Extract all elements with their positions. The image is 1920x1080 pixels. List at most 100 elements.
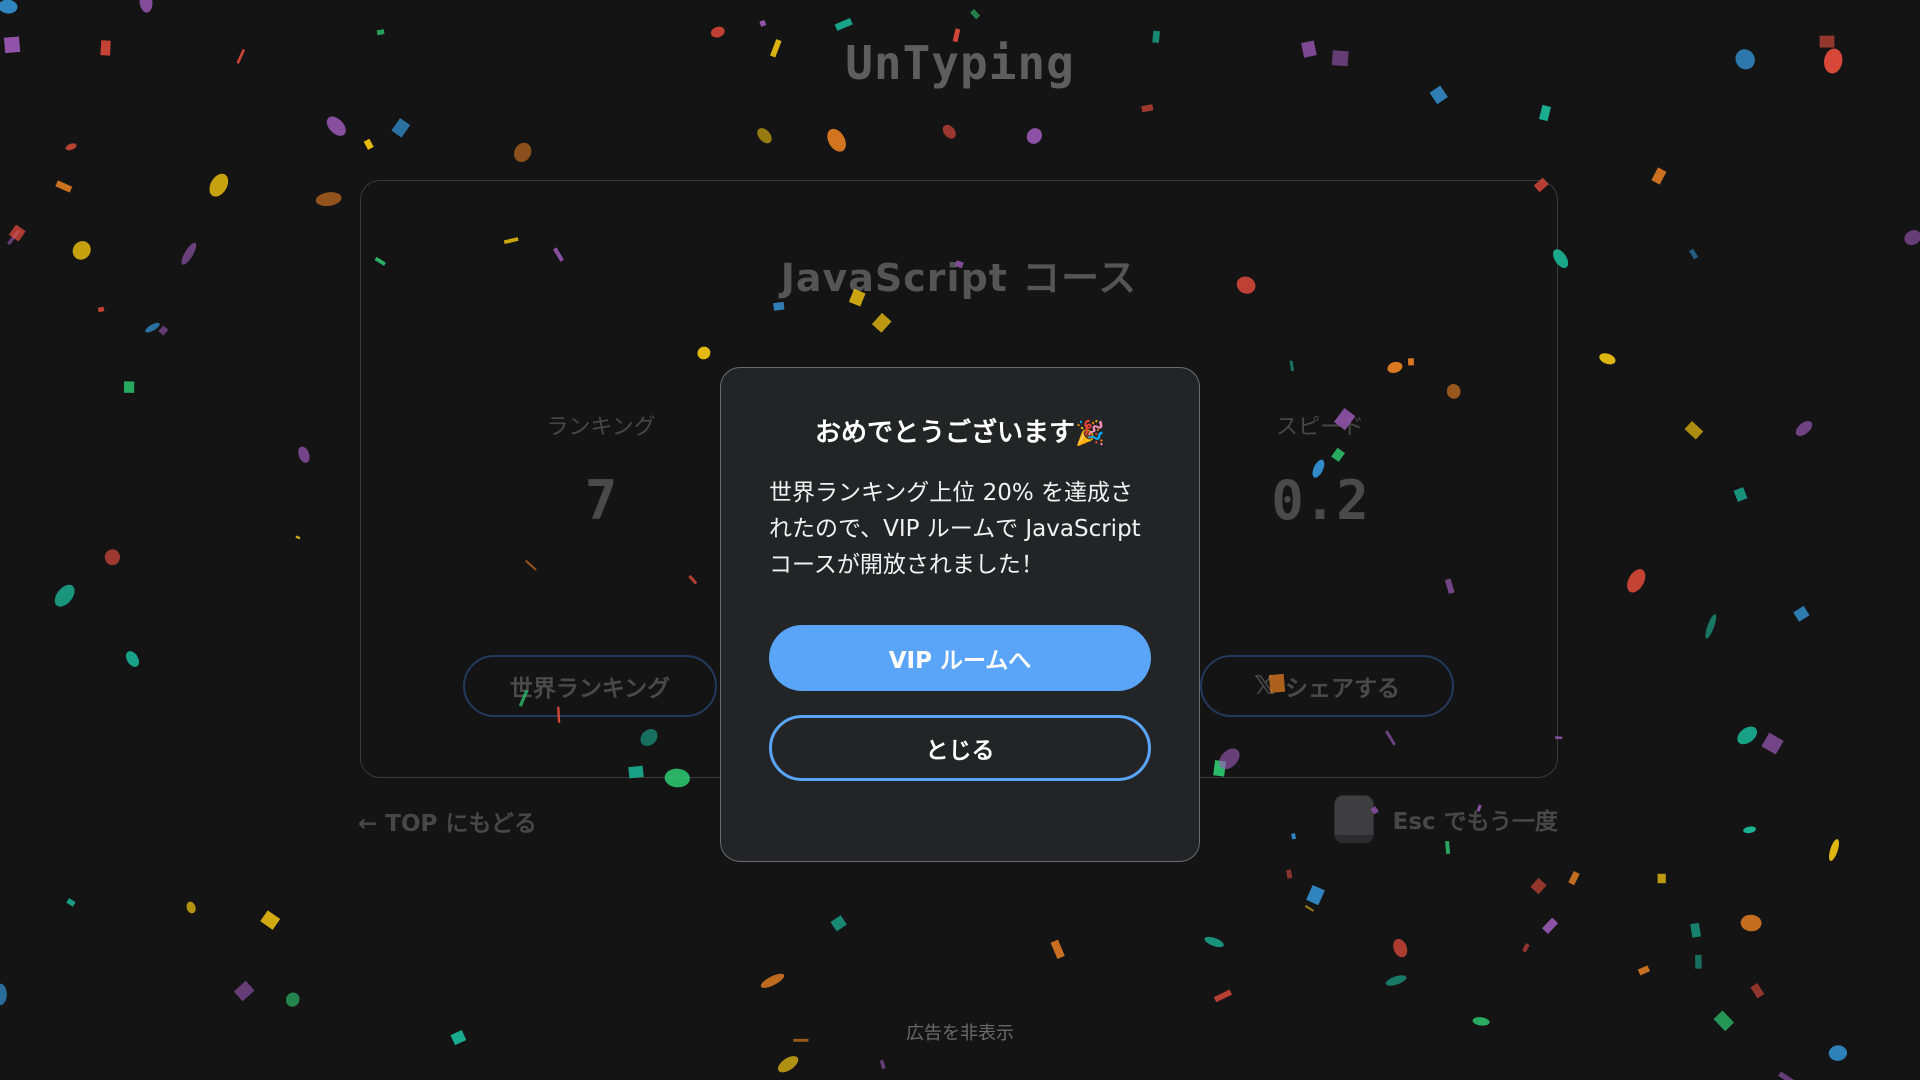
confetti-piece (1393, 938, 1408, 958)
confetti-piece (285, 992, 300, 1007)
confetti-piece (1522, 943, 1530, 953)
confetti-piece (1904, 230, 1920, 246)
confetti-piece (186, 901, 196, 914)
confetti-piece (1568, 870, 1580, 886)
confetti-piece (1778, 1071, 1795, 1080)
world-ranking-button[interactable]: 世界ランキング (463, 655, 717, 717)
confetti-piece (1213, 989, 1232, 1003)
confetti-piece (55, 180, 73, 193)
retry-hint[interactable]: Esc でもう一度 (1334, 796, 1558, 842)
confetti-piece (158, 325, 169, 336)
confetti-piece (970, 9, 981, 20)
confetti-piece (830, 915, 847, 932)
vip-room-button-label: VIP ルームへ (888, 648, 1032, 674)
back-to-top-link[interactable]: ← TOP にもどる (358, 804, 537, 838)
modal-title: おめでとうございます🎉 (769, 412, 1151, 449)
confetti-piece (759, 19, 767, 27)
confetti-piece (209, 173, 229, 197)
confetti-piece (326, 116, 346, 136)
modal-message: 世界ランキング上位 20% を達成されたので、VIP ルームで JavaScri… (769, 480, 1141, 578)
keyboard-key-icon (1334, 796, 1373, 842)
confetti-piece (1530, 877, 1547, 895)
x-logo-icon: 𝕏 (1254, 671, 1275, 701)
close-button[interactable]: とじる (769, 715, 1151, 781)
confetti-piece (1538, 104, 1552, 122)
party-popper-icon: 🎉 (1075, 419, 1105, 447)
confetti-piece (1651, 167, 1667, 185)
confetti-piece (181, 242, 197, 265)
confetti-piece (72, 241, 91, 260)
confetti-piece (879, 1059, 886, 1070)
confetti-piece (1705, 614, 1717, 639)
confetti-piece (1657, 873, 1666, 884)
confetti-piece (65, 143, 77, 151)
confetti-piece (1026, 128, 1043, 144)
confetti-piece (1141, 104, 1154, 113)
confetti-piece (260, 910, 281, 930)
confetti-piece (777, 1056, 799, 1073)
retry-text: Esc でもう一度 (1392, 809, 1558, 835)
confetti-piece (1795, 420, 1813, 437)
vip-room-button[interactable]: VIP ルームへ (769, 625, 1151, 691)
ranking-value: 7 (584, 469, 618, 532)
congrats-modal: おめでとうございます🎉 世界ランキング上位 20% を達成されたので、VIP ル… (720, 367, 1200, 862)
confetti-piece (1695, 954, 1702, 969)
course-title: JavaScript コース (780, 256, 1138, 300)
confetti-piece (145, 322, 160, 333)
close-button-label: とじる (925, 738, 995, 764)
confetti-piece (376, 29, 385, 36)
confetti-piece (1750, 982, 1765, 999)
confetti-piece (315, 192, 342, 207)
confetti-piece (757, 128, 772, 144)
confetti-piece (514, 142, 532, 163)
confetti-piece (0, 983, 7, 1006)
confetti-piece (1829, 839, 1839, 861)
confetti-piece (1627, 569, 1646, 593)
confetti-piece (1690, 922, 1701, 938)
confetti-piece (942, 124, 956, 139)
confetti-piece (1637, 965, 1651, 976)
confetti-piece (1740, 914, 1762, 932)
confetti-piece (295, 535, 301, 540)
confetti-piece (298, 446, 310, 463)
confetti-piece (1204, 936, 1224, 948)
confetti-piece (125, 651, 140, 667)
confetti-piece (123, 381, 135, 393)
speed-label: スピード (1275, 415, 1364, 440)
confetti-piece (0, 0, 18, 14)
confetti-piece (1599, 353, 1616, 365)
confetti-piece (1542, 917, 1559, 934)
share-button[interactable]: 𝕏 シェアする (1200, 655, 1454, 717)
confetti-piece (1793, 605, 1810, 622)
confetti-piece (54, 584, 75, 607)
confetti-piece (104, 549, 120, 566)
confetti-piece (1286, 869, 1293, 879)
confetti-piece (1445, 841, 1451, 854)
confetti-piece (1743, 826, 1756, 834)
confetti-piece (1304, 905, 1315, 912)
confetti-piece (1761, 732, 1784, 755)
app-logo: UnTyping (845, 36, 1075, 90)
confetti-piece (1828, 1045, 1848, 1061)
confetti-piece (1306, 884, 1325, 906)
hide-ads-link[interactable]: 広告を非表示 (0, 1019, 1920, 1045)
confetti-piece (760, 973, 785, 988)
confetti-piece (1385, 975, 1407, 986)
confetti-piece (1684, 420, 1704, 440)
confetti-piece (8, 224, 26, 242)
confetti-piece (827, 128, 846, 152)
world-ranking-button-label: 世界ランキング (509, 676, 671, 702)
confetti-piece (6, 229, 21, 246)
confetti-piece (1050, 939, 1065, 959)
speed-stat: スピード 0.2 (1190, 409, 1450, 532)
confetti-piece (363, 138, 374, 150)
confetti-piece (1689, 248, 1699, 260)
confetti-piece (1737, 726, 1758, 745)
share-button-label: シェアする (1284, 676, 1400, 702)
confetti-piece (391, 118, 411, 138)
confetti-piece (97, 306, 105, 313)
confetti-piece (1733, 487, 1748, 502)
confetti-piece (834, 17, 853, 31)
ranking-label: ランキング (546, 415, 656, 440)
confetti-piece (233, 980, 255, 1002)
